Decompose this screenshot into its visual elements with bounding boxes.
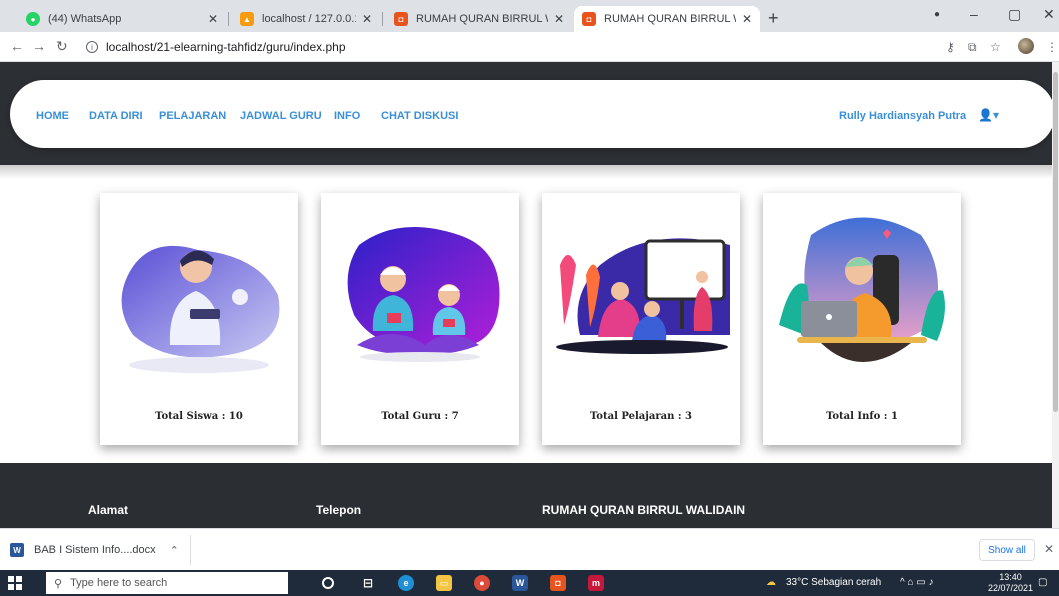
app-icon[interactable]: m — [588, 575, 604, 591]
reload-icon[interactable]: ↻ — [56, 38, 68, 55]
close-shelf-icon[interactable]: ✕ — [1044, 542, 1054, 556]
address-bar[interactable]: i localhost/21-elearning-tahfidz/guru/in… — [86, 36, 1026, 58]
forward-arrow-icon[interactable]: → — [32, 38, 46, 54]
nav-jadwal-guru[interactable]: JADWAL GURU — [240, 110, 322, 122]
nav-pelajaran[interactable]: PELAJARAN — [159, 110, 226, 122]
search-placeholder: Type here to search — [70, 577, 168, 589]
web-page: HOME DATA DIRI PELAJARAN JADWAL GURU INF… — [0, 62, 1059, 528]
bookmark-star-icon[interactable]: ☆ — [990, 40, 1001, 54]
taskbar-search[interactable]: ⚲ Type here to search — [46, 572, 288, 594]
file-explorer-icon[interactable]: ▭ — [436, 575, 452, 591]
close-window-icon[interactable]: ✕ — [1043, 6, 1055, 23]
footer-heading-telepon: Telepon — [316, 503, 362, 517]
card-caption: Total Info : 1 — [826, 411, 898, 422]
card-caption: Total Pelajaran : 3 — [590, 411, 692, 422]
whatsapp-icon: ● — [26, 12, 40, 26]
nav-home[interactable]: HOME — [36, 110, 69, 122]
back-arrow-icon[interactable]: ← — [10, 38, 24, 54]
download-item[interactable]: W BAB I Sistem Info....docx ⌃ — [10, 539, 179, 561]
stat-card-info[interactable]: Total Info : 1 — [763, 193, 961, 445]
stat-card-guru[interactable]: Total Guru : 7 — [321, 193, 519, 445]
stat-card-pelajaran[interactable]: Total Pelajaran : 3 — [542, 193, 740, 445]
user-name[interactable]: Rully Hardiansyah Putra — [839, 110, 966, 122]
new-tab-button[interactable]: + — [768, 8, 779, 29]
footer-heading-alamat: Alamat — [88, 503, 129, 517]
nav-data-diri[interactable]: DATA DIRI — [89, 110, 143, 122]
teachers-reading-illustration — [347, 227, 500, 362]
tab-search-icon[interactable]: ● — [934, 9, 940, 20]
stat-card-siswa[interactable]: Total Siswa : 10 — [100, 193, 298, 445]
tab-divider — [382, 12, 383, 26]
tab-title: localhost / 127.0.0.1 / db_elearnin — [262, 13, 356, 25]
notification-icon[interactable]: ▢ — [1038, 577, 1047, 588]
translate-icon[interactable]: ⧉ — [968, 40, 977, 55]
windows-start-icon[interactable] — [8, 576, 22, 590]
weather-icon[interactable]: ☁ — [766, 577, 776, 588]
task-view-icon[interactable]: ⊟ — [360, 575, 376, 591]
minimize-icon[interactable]: – — [970, 6, 978, 22]
student-reading-illustration — [121, 245, 280, 373]
phpmyadmin-icon: ▲ — [240, 12, 254, 26]
clock-time: 13:40 — [999, 572, 1022, 582]
edge-icon[interactable]: e — [398, 575, 414, 591]
menu-dots-icon[interactable]: ⋮ — [1046, 40, 1058, 54]
nav-chat-diskusi[interactable]: CHAT DISKUSI — [381, 110, 458, 122]
tab-rumah-quran-2[interactable]: ◘ RUMAH QURAN BIRRUL WALIDA ✕ — [574, 6, 760, 32]
classroom-presentation-illustration — [556, 238, 730, 354]
profile-avatar[interactable] — [1018, 38, 1034, 54]
chrome-icon[interactable]: ● — [474, 575, 490, 591]
tab-title: (44) WhatsApp — [48, 13, 122, 25]
weather-text[interactable]: 33°C Sebagian cerah — [786, 577, 881, 588]
tray-icons[interactable]: ^ ⌂ ▭ ♪ — [900, 577, 934, 588]
chevron-up-icon[interactable]: ⌃ — [170, 544, 179, 557]
browser-toolbar: ← → ↻ i localhost/21-elearning-tahfidz/g… — [0, 32, 1059, 62]
header-shadow — [0, 165, 1059, 179]
close-tab-icon[interactable]: ✕ — [742, 12, 752, 26]
site-info-icon[interactable]: i — [86, 41, 98, 53]
user-icon[interactable]: 👤▾ — [978, 108, 999, 122]
word-document-icon: W — [10, 543, 24, 557]
browser-tab-strip: ● (44) WhatsApp ✕ ▲ localhost / 127.0.0.… — [0, 0, 1059, 32]
download-shelf: W BAB I Sistem Info....docx ⌃ Show all ✕ — [0, 528, 1059, 570]
site-icon: ◘ — [582, 12, 596, 26]
footer-heading-brand: RUMAH QURAN BIRRUL WALIDAIN — [542, 503, 746, 517]
tab-rumah-quran-1[interactable]: ◘ RUMAH QURAN BIRRUL WALIDA ✕ — [386, 6, 572, 32]
tab-title: RUMAH QURAN BIRRUL WALIDA — [604, 13, 736, 25]
close-tab-icon[interactable]: ✕ — [362, 12, 372, 26]
download-divider — [190, 535, 191, 565]
person-laptop-illustration — [779, 217, 945, 362]
url-text: localhost/21-elearning-tahfidz/guru/inde… — [106, 40, 346, 54]
scrollbar-thumb[interactable] — [1053, 72, 1058, 412]
taskbar: ⚲ Type here to search ⊟ e ▭ ● W ◘ m ☁ 33… — [0, 570, 1059, 596]
system-clock[interactable]: 13:40 22/07/2021 — [988, 572, 1033, 594]
clock-date: 22/07/2021 — [988, 583, 1034, 593]
search-icon: ⚲ — [54, 577, 63, 590]
download-filename: BAB I Sistem Info....docx — [34, 544, 156, 556]
site-icon: ◘ — [394, 12, 408, 26]
tab-phpmyadmin[interactable]: ▲ localhost / 127.0.0.1 / db_elearnin ✕ — [232, 6, 380, 32]
cortana-icon[interactable] — [322, 577, 334, 589]
tab-divider — [228, 12, 229, 26]
close-tab-icon[interactable]: ✕ — [208, 12, 218, 26]
xampp-icon[interactable]: ◘ — [550, 575, 566, 591]
tab-title: RUMAH QURAN BIRRUL WALIDA — [416, 13, 548, 25]
show-all-button[interactable]: Show all — [979, 539, 1035, 561]
close-tab-icon[interactable]: ✕ — [554, 12, 564, 26]
tab-whatsapp[interactable]: ● (44) WhatsApp ✕ — [18, 6, 226, 32]
card-caption: Total Siswa : 10 — [155, 411, 243, 422]
word-icon[interactable]: W — [512, 575, 528, 591]
maximize-icon[interactable]: ▢ — [1008, 6, 1021, 23]
key-icon[interactable]: ⚷ — [946, 40, 955, 54]
page-footer: Alamat Telepon RUMAH QURAN BIRRUL WALIDA… — [0, 463, 1059, 528]
card-caption: Total Guru : 7 — [381, 411, 459, 422]
nav-info[interactable]: INFO — [334, 110, 360, 122]
